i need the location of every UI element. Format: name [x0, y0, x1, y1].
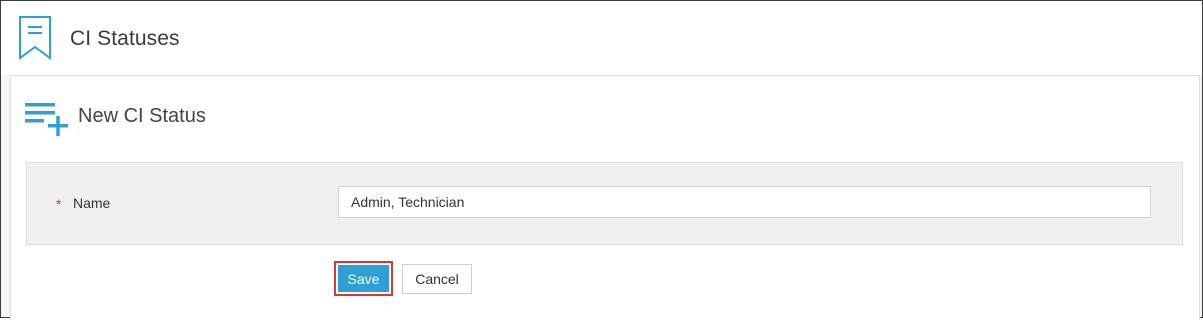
app-frame: CI Statuses New CI Status * Name Save Ca…: [0, 0, 1203, 320]
bookmark-icon: [19, 16, 51, 60]
cancel-button[interactable]: Cancel: [402, 264, 472, 294]
new-status-panel: New CI Status * Name Save Cancel: [10, 75, 1200, 320]
page-title: CI Statuses: [70, 27, 180, 50]
name-label: Name: [73, 195, 111, 211]
form-section: * Name: [26, 162, 1183, 245]
add-list-icon: [25, 103, 68, 136]
save-button-highlight: Save: [334, 261, 393, 296]
page-header: CI Statuses: [1, 1, 1202, 75]
required-indicator: *: [56, 196, 62, 212]
name-input[interactable]: [338, 186, 1151, 218]
panel-title: New CI Status: [78, 105, 206, 127]
save-button[interactable]: Save: [338, 265, 389, 292]
